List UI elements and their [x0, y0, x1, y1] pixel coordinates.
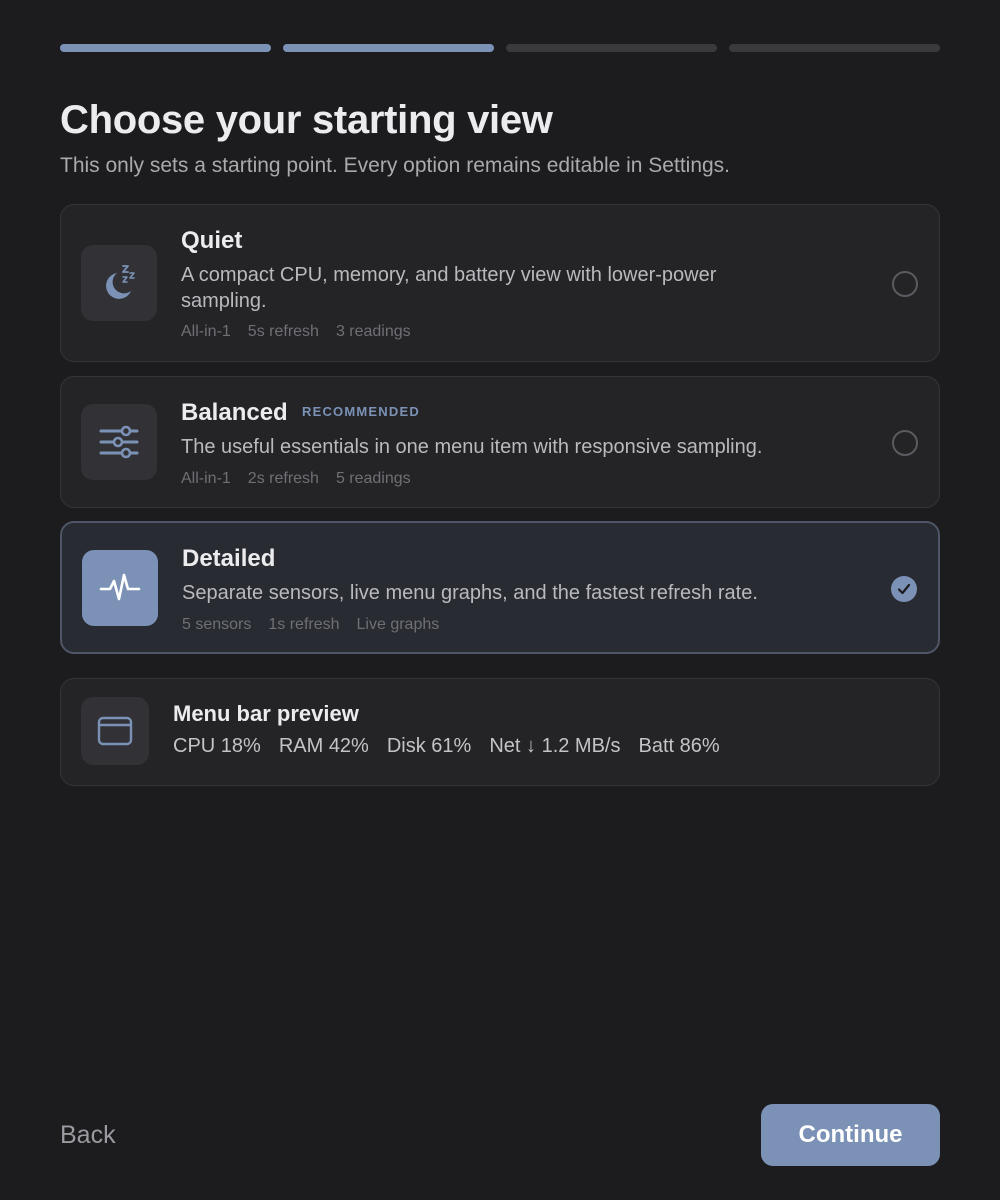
step-progress: [60, 44, 940, 52]
meta-sensors: 5 sensors: [182, 616, 252, 633]
option-card-balanced[interactable]: Balanced RECOMMENDED The useful essentia…: [60, 376, 940, 508]
meta-graphs: Live graphs: [356, 616, 440, 633]
progress-step-2: [283, 44, 494, 52]
progress-step-3: [506, 44, 717, 52]
meta-refresh: 1s refresh: [268, 616, 340, 633]
back-button[interactable]: Back: [60, 1121, 116, 1150]
meta-mode: All-in-1: [181, 323, 231, 340]
option-radio[interactable]: [892, 430, 918, 456]
option-meta: All-in-1 5s refresh 3 readings: [181, 323, 411, 341]
option-radio[interactable]: [892, 271, 918, 297]
page-title: Choose your starting view: [60, 98, 553, 142]
meta-mode: All-in-1: [181, 470, 231, 487]
moon-sleep-icon: [106, 265, 135, 299]
option-description: Separate sensors, live menu graphs, and …: [182, 582, 758, 604]
option-icon-tile: [81, 245, 157, 321]
page-subtitle: This only sets a starting point. Every o…: [60, 154, 731, 177]
continue-button[interactable]: Continue: [761, 1104, 940, 1166]
option-description: The useful essentials in one menu item w…: [181, 436, 763, 458]
checkmark-icon: [897, 583, 911, 595]
preview-battery: Batt 86%: [638, 735, 720, 757]
progress-step-1: [60, 44, 271, 52]
menu-bar-preview: Menu bar preview CPU 18% RAM 42% Disk 61…: [60, 678, 940, 786]
option-meta: 5 sensors 1s refresh Live graphs: [182, 616, 439, 634]
pulse-icon: [99, 573, 141, 601]
preview-cpu: CPU 18%: [173, 735, 261, 757]
option-radio-checked[interactable]: [891, 576, 917, 602]
preview-net: Net ↓ 1.2 MB/s: [489, 735, 621, 757]
meta-readings: 5 readings: [335, 470, 411, 487]
preview-label: Menu bar preview: [173, 701, 359, 726]
window-icon: [97, 716, 133, 746]
option-name: Balanced: [181, 399, 288, 426]
option-icon-tile: [82, 550, 158, 626]
meta-readings: 3 readings: [335, 323, 411, 340]
sliders-icon: [99, 425, 139, 459]
meta-refresh: 5s refresh: [247, 323, 319, 340]
option-card-quiet[interactable]: Quiet A compact CPU, memory, and battery…: [60, 204, 940, 362]
option-icon-tile: [81, 404, 157, 480]
option-card-detailed[interactable]: Detailed Separate sensors, live menu gra…: [60, 521, 940, 654]
recommended-badge: RECOMMENDED: [302, 404, 420, 419]
preview-ram: RAM 42%: [278, 735, 369, 757]
progress-step-4: [729, 44, 940, 52]
option-name: Detailed: [182, 545, 276, 572]
meta-refresh: 2s refresh: [247, 470, 319, 487]
option-description: A compact CPU, memory, and battery view …: [181, 264, 717, 312]
preview-disk: Disk 61%: [386, 735, 472, 757]
option-meta: All-in-1 2s refresh 5 readings: [181, 470, 411, 488]
preview-values: CPU 18% RAM 42% Disk 61% Net ↓ 1.2 MB/s …: [173, 735, 720, 758]
preview-icon-tile: [81, 697, 149, 765]
option-name: Quiet: [181, 227, 243, 254]
